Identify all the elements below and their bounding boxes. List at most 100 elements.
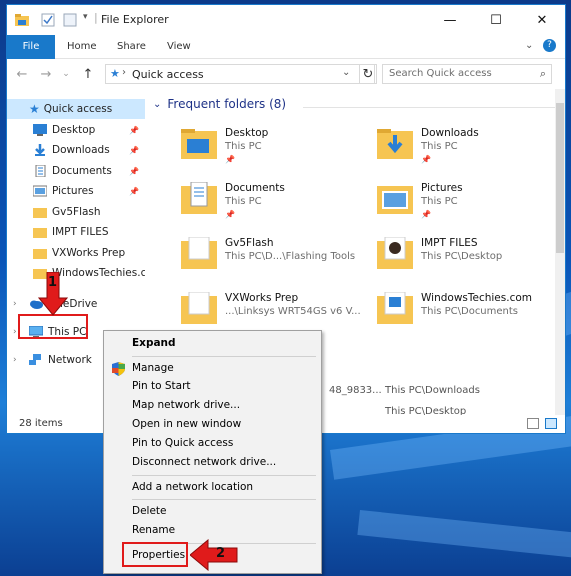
folder-path: This PC\D...\Flashing Tools [225, 251, 356, 262]
section-header[interactable]: ⌄ Frequent folders (8) [153, 97, 561, 111]
menu-item-delete[interactable]: Delete [104, 502, 321, 520]
menu-item-pin-to-start[interactable]: Pin to Start [104, 377, 321, 395]
folder-name: WindowsTechies.com [421, 292, 532, 304]
document-icon [35, 165, 46, 177]
search-placeholder: Search Quick access [389, 68, 492, 79]
sidebar-item-impt-files[interactable]: IMPT FILES [7, 222, 145, 242]
menu-separator [132, 475, 316, 476]
sidebar-item-quick-access[interactable]: ★ Quick access [7, 99, 145, 119]
folder-name: Downloads [421, 127, 479, 139]
chevron-down-icon: ⌄ [153, 98, 162, 110]
search-input[interactable]: Search Quick access ⌕ [382, 64, 552, 84]
tab-file[interactable]: File [7, 35, 55, 59]
sidebar-item-onedrive[interactable]: OneDrive [7, 294, 145, 314]
menu-item-pin-to-quick-access[interactable]: Pin to Quick access [104, 434, 321, 452]
folder-path: This PC [225, 141, 262, 152]
sidebar-item-label: Documents [52, 165, 112, 177]
scrollbar-thumb[interactable] [556, 103, 564, 253]
menu-item-expand[interactable]: Expand [104, 334, 321, 352]
back-arrow-icon[interactable]: ← [13, 65, 31, 83]
sidebar-item-vxworks-prep[interactable]: VXWorks Prep [7, 243, 145, 263]
folder-icon[interactable] [15, 13, 29, 27]
separator: | [94, 11, 98, 24]
section-title: Frequent folders (8) [167, 97, 287, 111]
network-icon [29, 354, 41, 365]
recent-file-name[interactable]: 48_9833... [329, 385, 382, 396]
recent-locations-icon[interactable]: ⌄ [57, 65, 75, 83]
folder-name: Pictures [421, 182, 463, 194]
pictures-folder-icon [377, 186, 413, 214]
chevron-down-icon[interactable]: ⌄ [342, 67, 350, 78]
folder-tile-impt-files[interactable]: IMPT FILES This PC\Desktop [377, 235, 565, 285]
desktop-icon [33, 124, 47, 136]
sidebar-item-downloads[interactable]: Downloads 📌 [7, 140, 145, 160]
sidebar-item-gv5flash[interactable]: Gv5Flash [7, 202, 145, 222]
help-icon[interactable]: ? [543, 39, 556, 52]
menu-item-rename[interactable]: Rename [104, 521, 321, 539]
folder-path: This PC\Desktop [421, 251, 503, 262]
customize-toolbar-icon[interactable]: ▾ [83, 12, 88, 22]
minimize-button[interactable]: — [427, 5, 473, 35]
sidebar-item-label: Gv5Flash [52, 206, 101, 218]
folder-name: Documents [225, 182, 285, 194]
folder-tile-pictures[interactable]: Pictures This PC 📌 [377, 180, 565, 230]
folder-icon [33, 249, 47, 259]
recent-file-location: This PC\Downloads [385, 385, 480, 396]
desktop-folder-icon [181, 129, 217, 159]
menu-item-open-in-new-window[interactable]: Open in new window [104, 415, 321, 433]
sidebar-item-label: VXWorks Prep [52, 247, 126, 259]
sidebar-item-windowstechies[interactable]: WindowsTechies.co [7, 263, 145, 283]
tab-share[interactable]: Share [117, 35, 146, 59]
address-bar-row: ← → ⌄ ↑ ★ › Quick access ⌄ ↻ Search Quic… [7, 59, 565, 89]
highlight-this-pc [18, 314, 88, 339]
folder-name: Gv5Flash [225, 237, 274, 249]
sidebar-item-pictures[interactable]: Pictures 📌 [7, 181, 145, 201]
sidebar-item-label: Network [48, 354, 92, 366]
new-folder-icon[interactable] [63, 13, 77, 27]
folder-tile-windowstechies[interactable]: WindowsTechies.com This PC\Documents [377, 290, 565, 340]
step-number: 2 [216, 546, 226, 561]
menu-item-add-network-location[interactable]: Add a network location [104, 478, 321, 496]
forward-arrow-icon[interactable]: → [37, 65, 55, 83]
folder-tile-gv5flash[interactable]: Gv5Flash This PC\D...\Flashing Tools [181, 235, 371, 285]
menu-item-map-network-drive[interactable]: Map network drive... [104, 396, 321, 414]
chevron-right-icon: › [122, 67, 126, 78]
pin-icon: 📌 [225, 210, 235, 219]
downloads-folder-icon [377, 129, 413, 159]
tab-home[interactable]: Home [67, 35, 97, 59]
folder-path: This PC [421, 141, 458, 152]
menu-item-manage[interactable]: Manage [104, 359, 321, 377]
pictures-icon [33, 185, 47, 197]
sidebar-item-label: Downloads [52, 144, 110, 156]
refresh-icon[interactable]: ↻ [359, 64, 377, 84]
expand-ribbon-icon[interactable]: ⌄ [525, 40, 533, 51]
details-view-icon[interactable] [527, 418, 539, 429]
sidebar-item-label: Quick access [43, 103, 113, 115]
folder-tile-desktop[interactable]: Desktop This PC 📌 [181, 125, 371, 175]
properties-icon[interactable] [41, 13, 55, 27]
menu-item-disconnect-network-drive[interactable]: Disconnect network drive... [104, 453, 321, 471]
pin-icon: 📌 [129, 145, 139, 155]
sidebar-item-desktop[interactable]: Desktop 📌 [7, 120, 145, 140]
folder-name: IMPT FILES [421, 237, 478, 249]
recent-file-location: This PC\Desktop [385, 406, 467, 415]
sidebar-item-label: Desktop [52, 124, 96, 136]
folder-tile-documents[interactable]: Documents This PC 📌 [181, 180, 371, 230]
maximize-button[interactable]: ☐ [473, 5, 519, 35]
close-button[interactable]: ✕ [519, 5, 565, 35]
star-icon: ★ [110, 67, 120, 80]
sidebar-item-documents[interactable]: Documents 📌 [7, 161, 145, 181]
tab-view[interactable]: View [167, 35, 191, 59]
menu-separator [132, 356, 316, 357]
pin-icon: 📌 [129, 186, 139, 196]
scrollbar[interactable] [555, 89, 565, 415]
address-box[interactable]: ★ › Quick access ⌄ [105, 64, 375, 84]
title-bar: ▾ | File Explorer — ☐ ✕ [7, 5, 565, 35]
pin-icon: 📌 [421, 210, 431, 219]
folder-icon [33, 228, 47, 238]
up-arrow-icon[interactable]: ↑ [79, 65, 97, 83]
large-icons-view-icon[interactable] [545, 418, 557, 429]
ribbon-tabs: File Home Share View ⌄ ? [7, 35, 565, 59]
folder-path: This PC [225, 196, 262, 207]
folder-tile-downloads[interactable]: Downloads This PC 📌 [377, 125, 565, 175]
